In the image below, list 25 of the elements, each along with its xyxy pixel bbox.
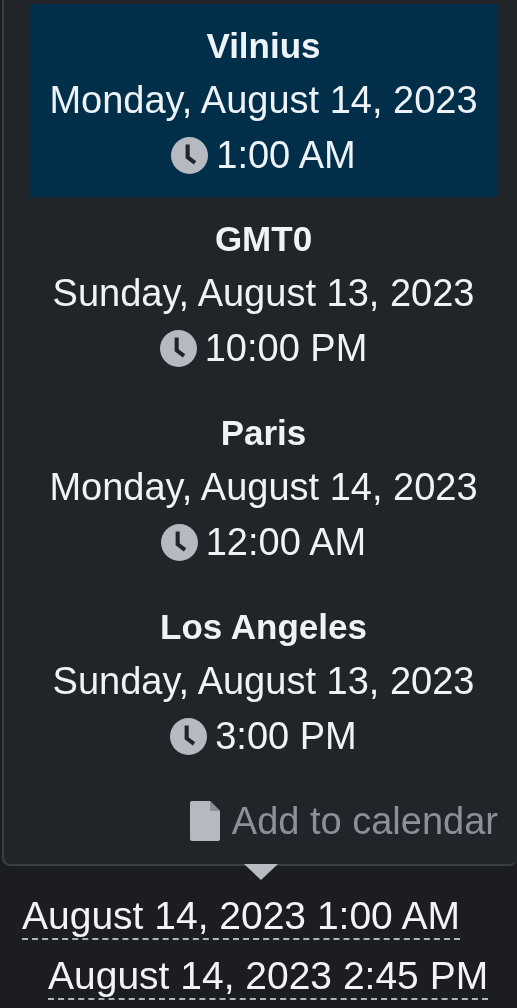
- date-text: Monday, August 14, 2023: [49, 78, 478, 123]
- end-date-text[interactable]: August 14, 2023 2:45 PM: [48, 954, 489, 1000]
- file-icon: [189, 801, 220, 841]
- start-date-text[interactable]: August 14, 2023 1:00 AM: [22, 894, 460, 940]
- date-text: Sunday, August 13, 2023: [52, 271, 475, 316]
- city-name: GMT0: [214, 218, 313, 260]
- zone-item[interactable]: GMT0 Sunday, August 13, 2023 10:00 PM: [29, 197, 498, 391]
- time-text: 3:00 PM: [215, 714, 357, 759]
- popover-arrow: [244, 864, 278, 880]
- zone-item[interactable]: Los Angeles Sunday, August 13, 2023 3:00 PM: [29, 585, 498, 779]
- date-text: Sunday, August 13, 2023: [52, 659, 475, 704]
- clock-icon: [160, 524, 198, 561]
- clock-icon: [170, 718, 208, 755]
- clock-icon: [171, 137, 209, 174]
- city-name: Los Angeles: [160, 606, 367, 648]
- selected-zone[interactable]: Vilnius Monday, August 14, 2023 1:00 AM: [29, 4, 498, 197]
- add-to-calendar-link[interactable]: Add to calendar: [189, 792, 498, 850]
- time-text: 10:00 PM: [204, 326, 368, 371]
- city-name: Paris: [220, 412, 307, 454]
- clock-icon: [159, 330, 197, 367]
- time-text: 1:00 AM: [216, 133, 356, 178]
- date-text: Monday, August 14, 2023: [49, 465, 478, 510]
- zone-item[interactable]: Paris Monday, August 14, 2023 12:00 AM: [29, 391, 498, 585]
- city-name: Vilnius: [206, 25, 321, 67]
- time-text: 12:00 AM: [205, 520, 367, 565]
